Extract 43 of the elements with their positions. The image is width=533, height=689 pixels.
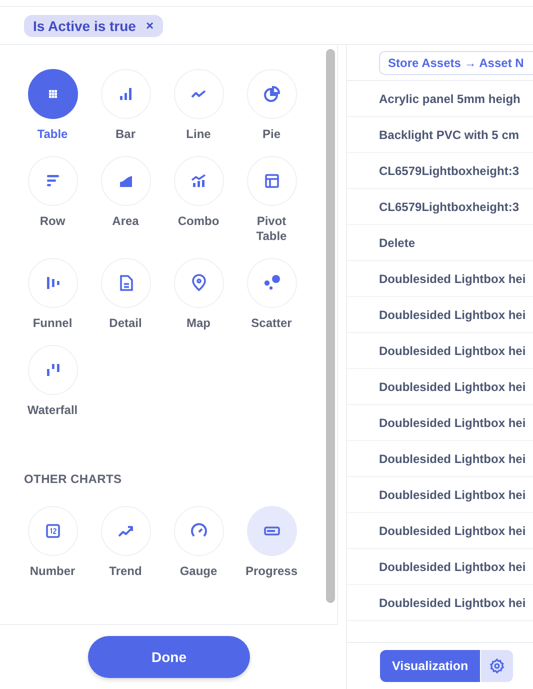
- table-cell: Doublesided Lightbox hei: [379, 308, 526, 322]
- chart-type-label[interactable]: Gauge: [168, 564, 228, 579]
- table-cell: CL6579Lightboxheight:3: [379, 164, 520, 178]
- done-button[interactable]: Done: [88, 636, 250, 678]
- chart-type-label[interactable]: Detail: [96, 316, 156, 331]
- scrollbar-thumb[interactable]: [326, 49, 334, 603]
- table-cell: Doublesided Lightbox hei: [379, 344, 526, 358]
- chart-type-label[interactable]: Pivot Table: [242, 214, 302, 244]
- chart-type-label[interactable]: Scatter: [242, 316, 302, 331]
- chart-type-label[interactable]: Waterfall: [22, 403, 82, 418]
- chart-type-label[interactable]: Table: [22, 127, 82, 142]
- column-header[interactable]: Store Assets → Asset N: [379, 50, 533, 74]
- filter-chip[interactable]: Is Active is true ×: [24, 14, 163, 36]
- table-cell: Backlight PVC with 5 cm: [379, 128, 520, 142]
- table-cell: Doublesided Lightbox hei: [379, 416, 526, 430]
- table-cell: Doublesided Lightbox hei: [379, 272, 526, 286]
- chart-type-label[interactable]: Progress: [242, 564, 302, 579]
- visualization-button[interactable]: Visualization: [380, 650, 480, 682]
- chart-type-label[interactable]: Number: [22, 564, 82, 579]
- chart-type-label[interactable]: Area: [96, 214, 156, 229]
- table-cell: Doublesided Lightbox hei: [379, 488, 526, 502]
- chart-type-label[interactable]: Funnel: [22, 316, 82, 331]
- table-cell: Doublesided Lightbox hei: [379, 596, 526, 610]
- chart-type-label[interactable]: Line: [168, 127, 228, 142]
- table-cell: Doublesided Lightbox hei: [379, 380, 526, 394]
- table-cell: Doublesided Lightbox hei: [379, 560, 526, 574]
- chart-type-label[interactable]: Map: [168, 316, 228, 331]
- table-cell: Acrylic panel 5mm heigh: [379, 92, 520, 106]
- chart-type-button[interactable]: [28, 69, 78, 119]
- chart-type-label[interactable]: Combo: [168, 214, 228, 229]
- section-heading: OTHER CHARTS: [24, 472, 123, 486]
- chart-type-label[interactable]: Pie: [242, 127, 302, 142]
- table-cell: CL6579Lightboxheight:3: [379, 200, 520, 214]
- settings-icon: [489, 658, 506, 674]
- chart-type-label[interactable]: Bar: [96, 127, 156, 142]
- table-cell: Delete: [379, 236, 416, 250]
- remove-filter-button[interactable]: ×: [146, 18, 154, 34]
- table-cell: Doublesided Lightbox hei: [379, 524, 526, 538]
- settings-button[interactable]: [481, 650, 514, 682]
- table-cell: Doublesided Lightbox hei: [379, 452, 526, 466]
- chart-type-label[interactable]: Row: [22, 214, 82, 229]
- pie-chart-icon: [262, 84, 282, 104]
- chart-type-label[interactable]: Trend: [96, 564, 156, 579]
